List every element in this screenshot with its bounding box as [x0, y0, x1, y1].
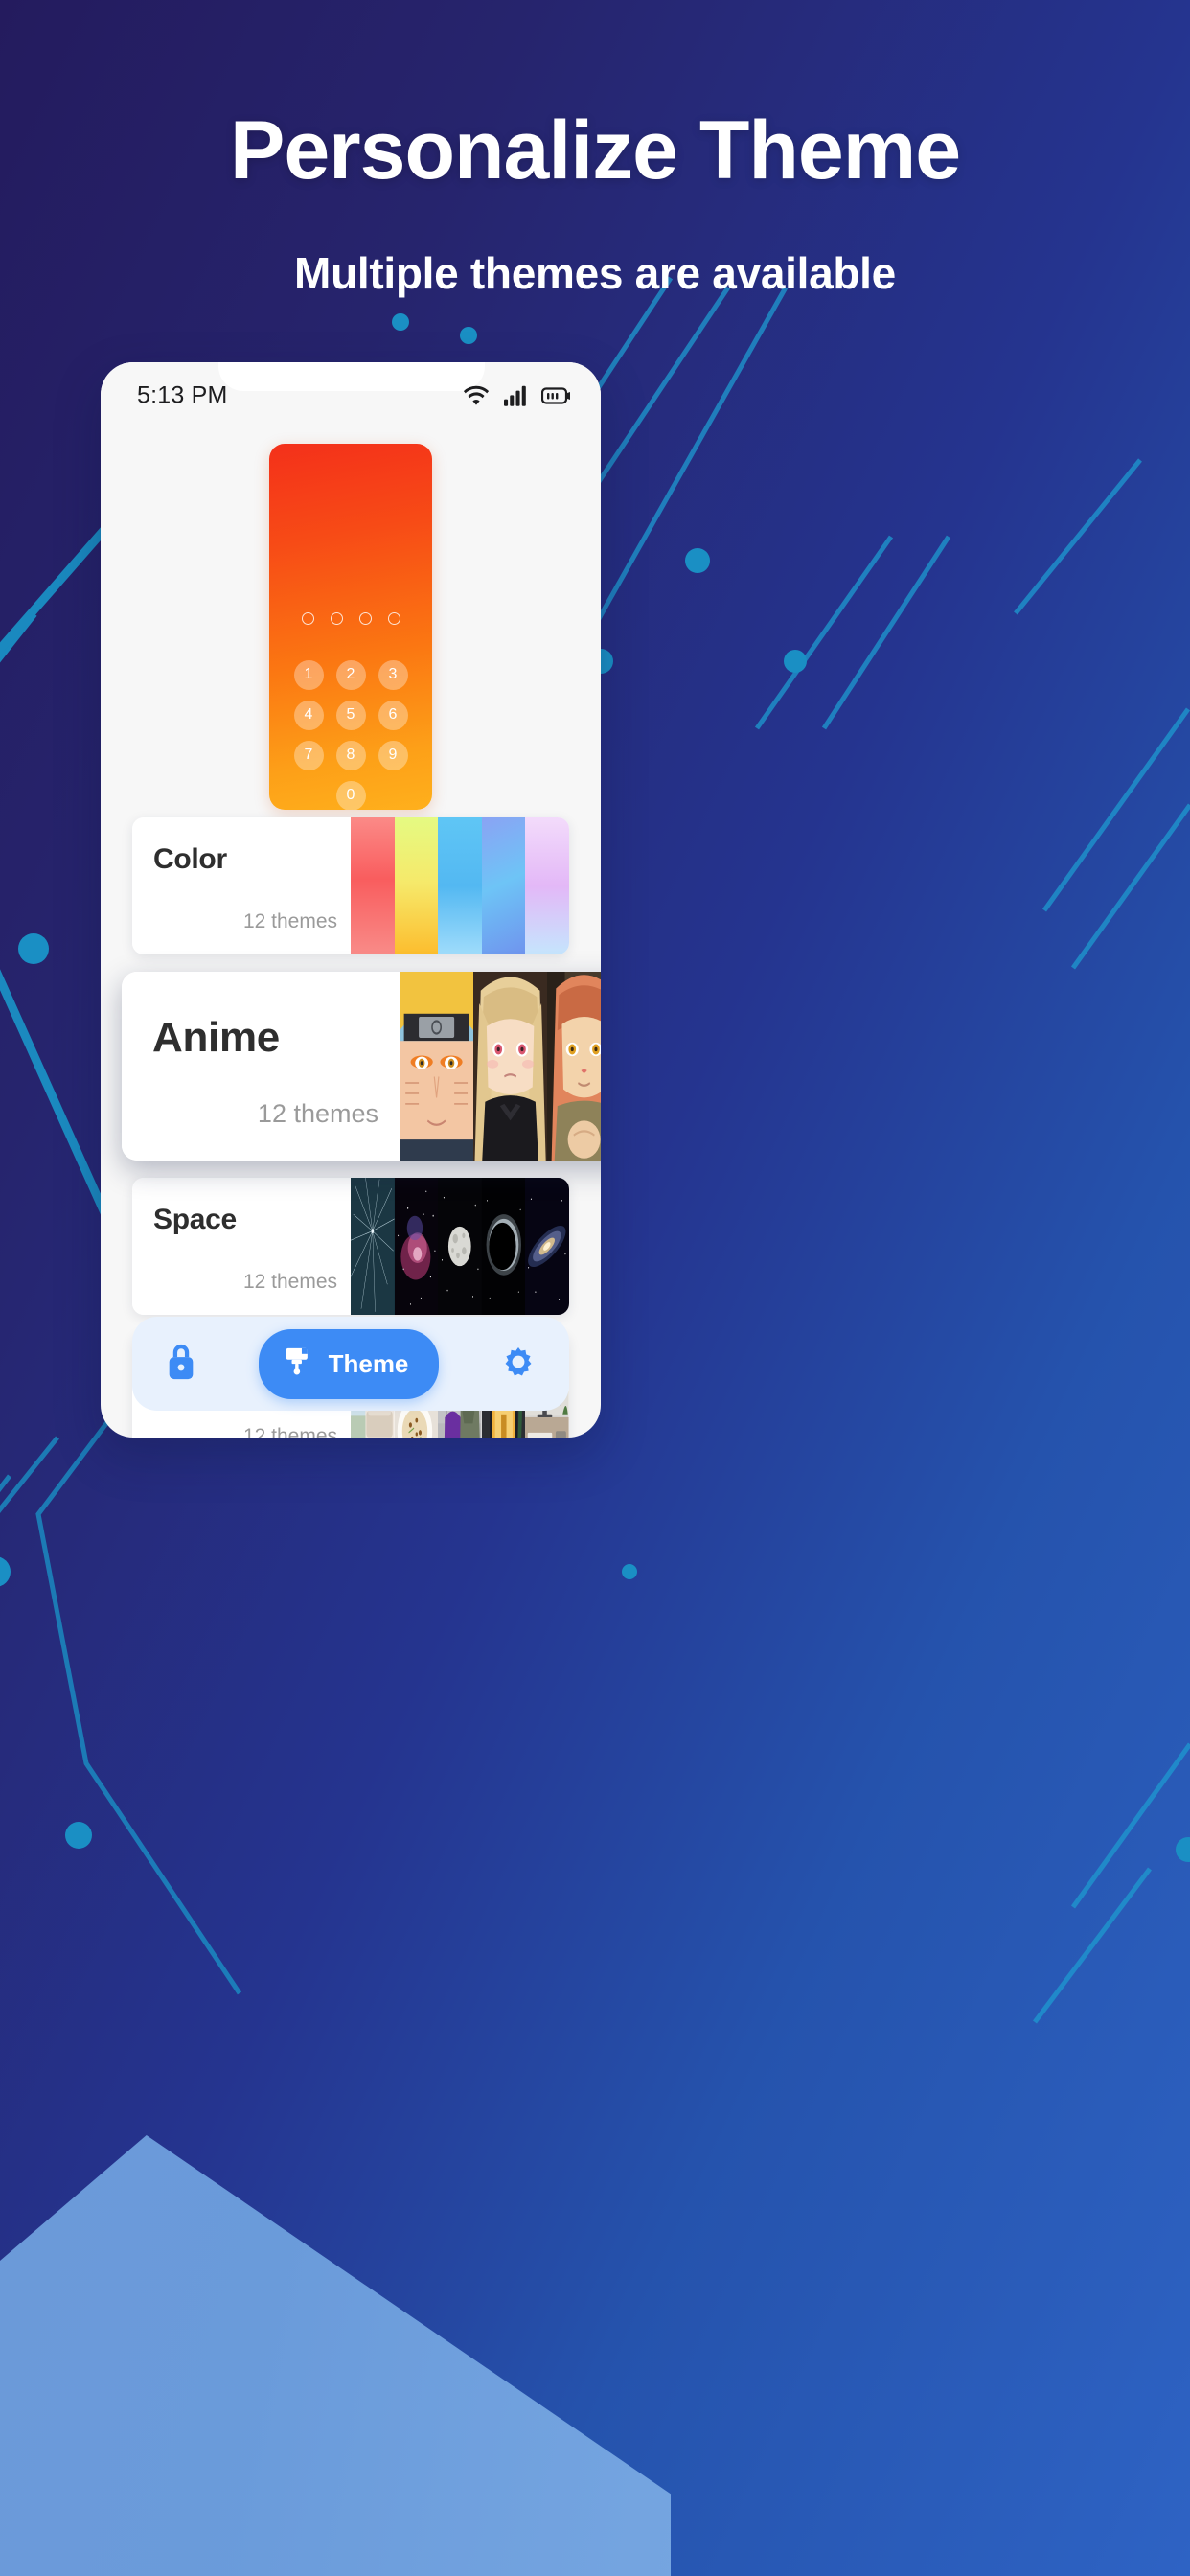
theme-row-space[interactable]: Space 12 themes: [132, 1178, 569, 1315]
pin-dots: [269, 611, 432, 625]
theme-row-title: Color: [153, 843, 227, 875]
notch: [218, 362, 485, 391]
nav-item-theme[interactable]: Theme: [258, 1328, 440, 1399]
theme-row-anime[interactable]: Anime 12 themes: [122, 972, 601, 1161]
color-swatch-yellow[interactable]: [394, 817, 439, 954]
theme-row-title: Space: [153, 1204, 237, 1235]
page-subtitle: Multiple themes are available: [294, 248, 896, 298]
lock-screen-preview[interactable]: 1 2 3 4 5 6 7 8 9 0: [101, 429, 601, 817]
space-thumb-nebula[interactable]: [394, 1178, 439, 1315]
space-thumb-moon[interactable]: [438, 1178, 482, 1315]
keypad-key-8[interactable]: 8: [335, 740, 366, 770]
anime-thumb-marin[interactable]: [473, 972, 548, 1161]
theme-row-count: 12 themes: [242, 910, 337, 932]
nav-item-settings[interactable]: [497, 1341, 539, 1388]
keypad-key-1[interactable]: 1: [293, 659, 324, 690]
battery-icon: [541, 386, 572, 405]
theme-row-count: 12 themes: [242, 1271, 337, 1293]
bottom-navigation: Theme: [132, 1317, 569, 1411]
keypad-key-5[interactable]: 5: [335, 700, 366, 730]
space-thumb-starburst[interactable]: [351, 1178, 395, 1315]
keypad-key-3[interactable]: 3: [378, 659, 408, 690]
status-bar-time: 5:13 PM: [137, 381, 228, 409]
space-thumb-galaxy[interactable]: [525, 1178, 569, 1315]
theme-row-thumbnails[interactable]: [351, 1178, 569, 1315]
paint-roller-icon: [284, 1345, 316, 1384]
phone-mockup: 5:13 PM 1 2 3 4 5 6 7 8 9 0 Color 12 the…: [101, 362, 601, 1438]
anime-thumb-naruto[interactable]: [400, 972, 474, 1161]
page-title: Personalize Theme: [229, 104, 961, 196]
nav-item-lock[interactable]: [162, 1340, 200, 1389]
theme-row-thumbnails[interactable]: [351, 817, 569, 954]
lock-icon[interactable]: [162, 1340, 200, 1389]
pin-dot: [330, 611, 343, 625]
theme-row-thumbnails[interactable]: [400, 972, 601, 1161]
color-swatch-indigo[interactable]: [481, 817, 526, 954]
color-swatch-lilac[interactable]: [525, 817, 569, 954]
keypad-key-4[interactable]: 4: [293, 700, 324, 730]
theme-row-color[interactable]: Color 12 themes: [132, 817, 569, 954]
pin-dot: [301, 611, 314, 625]
nav-item-theme-label: Theme: [328, 1348, 409, 1378]
theme-row-count: 12 themes: [257, 1099, 378, 1128]
keypad-key-0[interactable]: 0: [335, 780, 366, 810]
keypad-key-9[interactable]: 9: [378, 740, 408, 770]
space-thumb-eclipse[interactable]: [481, 1178, 526, 1315]
color-swatch-red[interactable]: [351, 817, 395, 954]
keypad-key-7[interactable]: 7: [293, 740, 324, 770]
anime-thumb-makima[interactable]: [547, 972, 601, 1161]
theme-row-title: Anime: [152, 1014, 280, 1061]
pin-dot: [358, 611, 372, 625]
theme-row-count: 12 themes: [242, 1425, 337, 1438]
status-bar: 5:13 PM: [101, 362, 601, 429]
pin-keypad[interactable]: 1 2 3 4 5 6 7 8 9 0: [269, 659, 432, 810]
keypad-key-6[interactable]: 6: [378, 700, 408, 730]
keypad-key-2[interactable]: 2: [335, 659, 366, 690]
pin-dot: [387, 611, 400, 625]
gear-icon[interactable]: [497, 1341, 539, 1388]
color-swatch-skyblue[interactable]: [438, 817, 482, 954]
wifi-icon: [463, 385, 490, 406]
signal-icon: [504, 385, 527, 406]
